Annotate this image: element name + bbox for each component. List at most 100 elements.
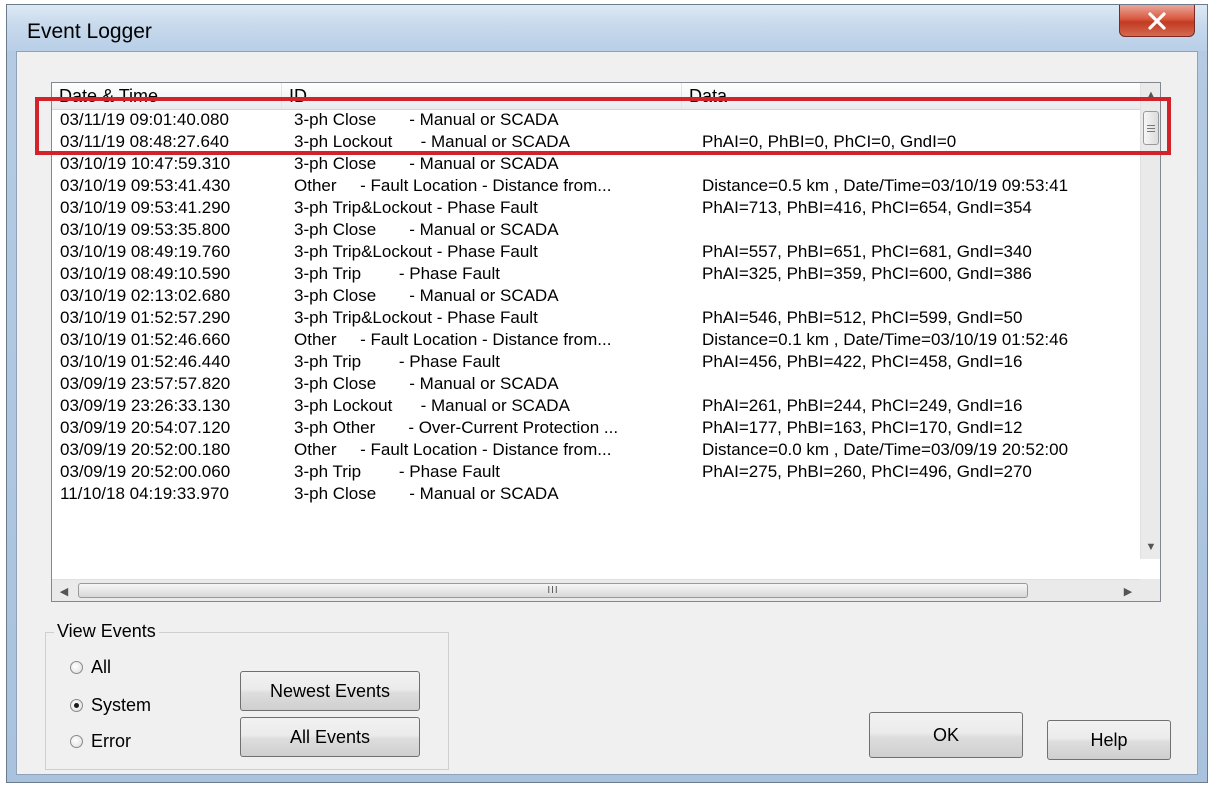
cell-id: Other - Fault Location - Distance from..… (294, 176, 612, 195)
cell-date-time: 03/09/19 20:52:00.060 (60, 462, 231, 481)
table-row[interactable]: 03/10/19 09:53:41.430 Other - Fault Locat… (52, 175, 1140, 197)
radio-system[interactable]: System (70, 695, 151, 716)
cell-date-time: 03/10/19 09:53:41.430 (60, 176, 231, 195)
table-row[interactable]: 03/10/19 01:52:46.660 Other - Fault Locat… (52, 329, 1140, 351)
scroll-down-arrow-icon[interactable]: ▼ (1141, 537, 1160, 557)
cell-id: 3-ph Close - Manual or SCADA (294, 484, 559, 503)
table-row[interactable]: 03/10/19 02:13:02.680 3-ph Close - Manual… (52, 285, 1140, 307)
table-row[interactable]: 11/10/18 04:19:33.970 3-ph Close - Manual… (52, 483, 1140, 505)
table-row[interactable]: 03/10/19 10:47:59.310 3-ph Close - Manual… (52, 153, 1140, 175)
all-events-button[interactable]: All Events (240, 717, 420, 757)
table-row[interactable]: 03/10/19 08:49:19.760 3-ph Trip&Lockout -… (52, 241, 1140, 263)
radio-label-all: All (91, 657, 112, 677)
cell-id: 3-ph Close - Manual or SCADA (294, 110, 559, 129)
cell-date-time: 03/11/19 08:48:27.640 (60, 132, 229, 151)
radio-all[interactable]: All (70, 657, 111, 678)
help-button[interactable]: Help (1047, 720, 1171, 760)
cell-date-time: 03/10/19 10:47:59.310 (60, 154, 231, 173)
radio-label-system: System (91, 695, 152, 715)
table-row[interactable]: 03/09/19 23:57:57.820 3-ph Close - Manual… (52, 373, 1140, 395)
column-header-id[interactable]: ID (282, 83, 682, 109)
cell-date-time: 03/10/19 02:13:02.680 (60, 286, 231, 305)
table-row[interactable]: 03/09/19 20:52:00.180 Other - Fault Locat… (52, 439, 1140, 461)
cell-date-time: 03/09/19 23:26:33.130 (60, 396, 231, 415)
cell-id: 3-ph Trip - Phase Fault (294, 264, 500, 283)
cell-data: Distance=0.5 km , Date/Time=03/10/19 09:… (702, 176, 1069, 195)
cell-data: PhAI=261, PhBI=244, PhCI=249, GndI=16 (702, 396, 1023, 415)
cell-id: 3-ph Close - Manual or SCADA (294, 154, 559, 173)
table-row[interactable]: 03/10/19 09:53:35.800 3-ph Close - Manual… (52, 219, 1140, 241)
dialog-client-area: Date & Time ID Data 03/11/19 09:01:40.08… (16, 51, 1198, 775)
scroll-left-arrow-icon[interactable]: ◀ (54, 580, 74, 601)
title-bar[interactable]: Event Logger (7, 5, 1207, 51)
cell-id: 3-ph Close - Manual or SCADA (294, 220, 559, 239)
cell-date-time: 03/10/19 01:52:57.290 (60, 308, 231, 327)
cell-data: PhAI=456, PhBI=422, PhCI=458, GndI=16 (702, 352, 1023, 371)
cell-id: 3-ph Close - Manual or SCADA (294, 286, 559, 305)
cell-date-time: 03/11/19 09:01:40.080 (60, 110, 229, 129)
window-title: Event Logger (27, 20, 152, 43)
cell-date-time: 03/10/19 09:53:41.290 (60, 198, 231, 217)
table-row[interactable]: 03/09/19 20:52:00.060 3-ph Trip - Phase F… (52, 461, 1140, 483)
cell-date-time: 03/09/19 20:54:07.120 (60, 418, 231, 437)
scrollbar-corner (1140, 579, 1160, 601)
column-header-date-time[interactable]: Date & Time (52, 83, 282, 109)
cell-date-time: 03/10/19 09:53:35.800 (60, 220, 231, 239)
table-row[interactable]: 03/10/19 01:52:46.440 3-ph Trip - Phase F… (52, 351, 1140, 373)
view-events-group: View Events All System Error Newest Even… (45, 621, 449, 770)
cell-date-time: 03/10/19 08:49:19.760 (60, 242, 231, 261)
cell-data: PhAI=713, PhBI=416, PhCI=654, GndI=354 (702, 198, 1032, 217)
horizontal-scroll-thumb[interactable]: III (78, 583, 1028, 598)
event-list[interactable]: Date & Time ID Data 03/11/19 09:01:40.08… (51, 82, 1161, 602)
table-row[interactable]: 03/09/19 23:26:33.130 3-ph Lockout - Manu… (52, 395, 1140, 417)
cell-data (702, 285, 1138, 307)
cell-data (702, 153, 1138, 175)
cell-data: PhAI=557, PhBI=651, PhCI=681, GndI=340 (702, 242, 1032, 261)
cell-id: 3-ph Trip - Phase Fault (294, 352, 500, 371)
cell-data: PhAI=0, PhBI=0, PhCI=0, GndI=0 (702, 132, 957, 151)
close-icon (1147, 11, 1167, 30)
table-row[interactable]: 03/09/19 20:54:07.120 3-ph Other - Over-C… (52, 417, 1140, 439)
table-row[interactable]: 03/10/19 01:52:57.290 3-ph Trip&Lockout -… (52, 307, 1140, 329)
table-row[interactable]: 03/11/19 08:48:27.640 3-ph Lockout - Manu… (52, 131, 1140, 153)
cell-id: Other - Fault Location - Distance from..… (294, 330, 612, 349)
scroll-up-arrow-icon[interactable]: ▲ (1141, 85, 1160, 105)
radio-error[interactable]: Error (70, 731, 131, 752)
vertical-scrollbar[interactable]: ▲ ▼ (1140, 83, 1160, 559)
cell-data: Distance=0.0 km , Date/Time=03/09/19 20:… (702, 440, 1069, 459)
vertical-scroll-thumb[interactable] (1143, 111, 1159, 145)
cell-id: 3-ph Trip&Lockout - Phase Fault (294, 198, 538, 217)
table-row[interactable]: 03/10/19 08:49:10.590 3-ph Trip - Phase F… (52, 263, 1140, 285)
cell-data (702, 109, 1138, 131)
cell-data: PhAI=546, PhBI=512, PhCI=599, GndI=50 (702, 308, 1023, 327)
cell-id: 3-ph Other - Over-Current Protection ... (294, 418, 619, 437)
cell-data (702, 373, 1138, 395)
newest-events-button[interactable]: Newest Events (240, 671, 420, 711)
scroll-right-arrow-icon[interactable]: ▶ (1118, 580, 1138, 601)
cell-data: PhAI=325, PhBI=359, PhCI=600, GndI=386 (702, 264, 1032, 283)
cell-date-time: 03/10/19 01:52:46.440 (60, 352, 231, 371)
cell-data: PhAI=177, PhBI=163, PhCI=170, GndI=12 (702, 418, 1023, 437)
cell-date-time: 03/10/19 08:49:10.590 (60, 264, 231, 283)
radio-button-error[interactable] (70, 735, 83, 748)
cell-data (702, 483, 1138, 505)
cell-date-time: 11/10/18 04:19:33.970 (60, 484, 229, 503)
cell-id: 3-ph Trip&Lockout - Phase Fault (294, 242, 538, 261)
list-header: Date & Time ID Data (52, 83, 1140, 110)
cell-id: 3-ph Lockout - Manual or SCADA (294, 132, 570, 151)
close-button[interactable] (1119, 5, 1195, 37)
cell-data: PhAI=275, PhBI=260, PhCI=496, GndI=270 (702, 462, 1032, 481)
cell-data: Distance=0.1 km , Date/Time=03/10/19 01:… (702, 330, 1069, 349)
ok-button[interactable]: OK (869, 712, 1023, 758)
radio-button-all[interactable] (70, 661, 83, 674)
cell-id: Other - Fault Location - Distance from..… (294, 440, 612, 459)
horizontal-scrollbar[interactable]: ◀ III ▶ (52, 579, 1140, 601)
cell-id: 3-ph Trip&Lockout - Phase Fault (294, 308, 538, 327)
column-header-data[interactable]: Data (682, 83, 1140, 109)
radio-button-system[interactable] (70, 699, 83, 712)
cell-date-time: 03/09/19 23:57:57.820 (60, 374, 231, 393)
cell-date-time: 03/10/19 01:52:46.660 (60, 330, 231, 349)
table-row[interactable]: 03/11/19 09:01:40.080 3-ph Close - Manual… (52, 109, 1140, 131)
cell-data (702, 219, 1138, 241)
table-row[interactable]: 03/10/19 09:53:41.290 3-ph Trip&Lockout -… (52, 197, 1140, 219)
